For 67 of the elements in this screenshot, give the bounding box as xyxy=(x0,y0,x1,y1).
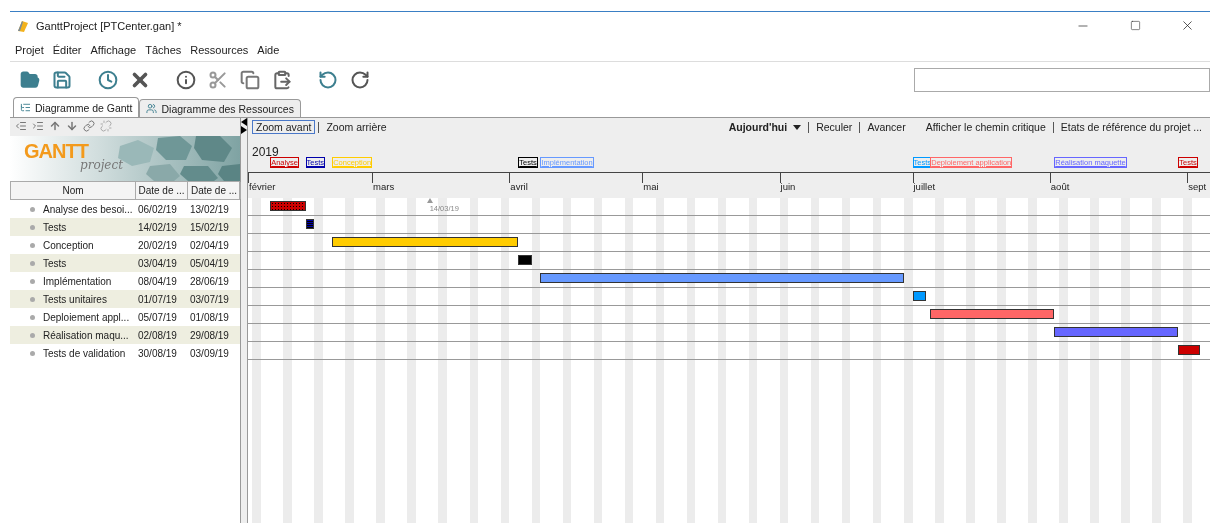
menu-item[interactable]: Éditer xyxy=(52,44,82,56)
end-date-cell-text: 13/02/19 xyxy=(189,203,229,215)
search-field[interactable] xyxy=(914,68,1210,92)
task-name: Analyse des besoi... xyxy=(10,203,135,215)
task-bar[interactable] xyxy=(1178,345,1201,355)
month-label: mars xyxy=(373,181,395,192)
end-date-cell-text: 28/06/19 xyxy=(189,275,229,287)
window-title: GanttProject [PTCenter.gan] * xyxy=(36,19,183,32)
column-header[interactable]: Date de ... xyxy=(136,182,188,199)
caret-icon xyxy=(793,124,802,130)
tree-list-icon xyxy=(20,102,31,113)
month-label: août xyxy=(1050,181,1070,192)
start-date-cell-text: 03/04/19 xyxy=(137,257,177,269)
today-marker-icon xyxy=(426,198,433,203)
task-name: Deploiement appl... xyxy=(10,311,135,323)
task-name: Réalisation maqu... xyxy=(10,329,135,341)
people-icon xyxy=(146,103,158,114)
zoom-in-link[interactable]: Zoom avant xyxy=(252,120,316,134)
task-name: Implémentation xyxy=(10,275,135,287)
start-date-cell-text: 05/07/19 xyxy=(137,311,177,323)
start-date-cell-text: 06/02/19 xyxy=(137,203,177,215)
column-header[interactable]: Nom xyxy=(11,182,136,199)
menu-item[interactable]: Tâches xyxy=(145,44,182,56)
month-label: juin xyxy=(780,181,796,192)
tab[interactable]: Diagramme de Gantt xyxy=(13,97,140,117)
month-label: mai xyxy=(643,181,659,192)
task-name: Tests xyxy=(10,257,135,269)
start-date-cell-text: 30/08/19 xyxy=(137,347,177,359)
tab[interactable]: Diagramme des Ressources xyxy=(139,99,301,117)
end-date-cell-text: 05/04/19 xyxy=(189,257,229,269)
critical-path-link[interactable]: Afficher le chemin critique xyxy=(921,120,1050,134)
task-bar[interactable] xyxy=(332,237,519,247)
start-date-cell-text: 14/02/19 xyxy=(137,221,177,233)
task-name: Tests xyxy=(10,221,135,233)
month-label: sept xyxy=(1188,181,1207,192)
month-label: juillet xyxy=(913,181,936,192)
baselines-link[interactable]: Etats de référence du projet ... xyxy=(1056,120,1206,134)
column-header[interactable]: Date de ... xyxy=(188,182,241,199)
month-label: avril xyxy=(510,181,528,192)
task-name: Tests de validation xyxy=(10,347,135,359)
menu-item[interactable]: Projet xyxy=(15,44,44,56)
end-date-cell-text: 15/02/19 xyxy=(189,221,229,233)
forward-link[interactable]: Avancer xyxy=(863,120,910,134)
year-label: 2019 xyxy=(252,145,279,159)
start-date-cell-text: 08/04/19 xyxy=(137,275,177,287)
task-name: Conception xyxy=(10,239,135,251)
menu-item[interactable]: Affichage xyxy=(90,44,137,56)
task-bar[interactable] xyxy=(305,219,315,229)
task-bar[interactable] xyxy=(912,291,926,301)
today-dropdown[interactable]: Aujourd'hui xyxy=(724,120,806,134)
end-date-cell-text: 02/04/19 xyxy=(189,239,229,251)
menu-item[interactable]: Aide xyxy=(257,44,280,56)
menu-item[interactable]: Ressources xyxy=(190,44,249,56)
start-date-cell-text: 01/07/19 xyxy=(137,293,177,305)
start-date-cell-text: 02/08/19 xyxy=(137,329,177,341)
collapse-arrows-icon[interactable] xyxy=(241,118,247,134)
back-link[interactable]: Reculer xyxy=(812,120,857,134)
end-date-cell-text: 03/09/19 xyxy=(189,347,229,359)
end-date-cell-text: 01/08/19 xyxy=(189,311,229,323)
start-date-cell-text: 20/02/19 xyxy=(137,239,177,251)
app-logo-icon xyxy=(16,18,30,33)
month-label: février xyxy=(249,181,276,192)
link-icon[interactable] xyxy=(83,120,95,134)
end-date-cell-text: 29/08/19 xyxy=(189,329,229,341)
task-name: Tests unitaires xyxy=(10,293,135,305)
end-date-cell-text: 03/07/19 xyxy=(189,293,229,305)
zoom-out-link[interactable]: Zoom arrière xyxy=(322,120,391,134)
